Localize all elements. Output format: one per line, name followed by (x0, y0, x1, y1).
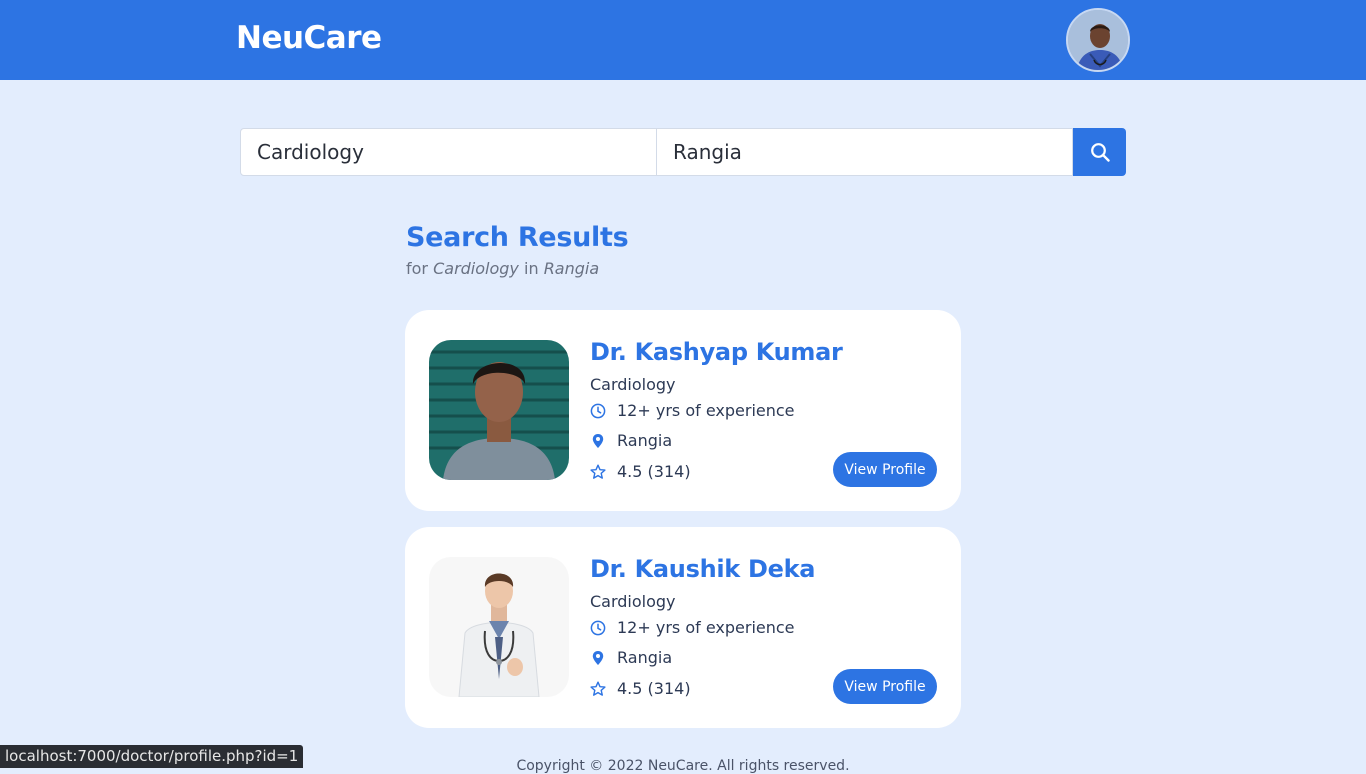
doctor-rating: 4.5 (314) (590, 679, 691, 698)
doctor-photo (429, 340, 569, 480)
search-button[interactable] (1073, 128, 1126, 176)
brand-logo[interactable]: NeuCare (236, 20, 382, 56)
search-bar (240, 128, 1126, 176)
experience-text: 12+ yrs of experience (617, 618, 795, 637)
doctor-name[interactable]: Dr. Kashyap Kumar (590, 338, 843, 366)
star-icon (590, 681, 606, 697)
doctor-photo (429, 557, 569, 697)
location-pin-icon (590, 433, 606, 449)
view-profile-button[interactable]: View Profile (833, 452, 937, 487)
rating-text: 4.5 (314) (617, 462, 691, 481)
doctor-rating: 4.5 (314) (590, 462, 691, 481)
speciality-search-input[interactable] (240, 128, 657, 176)
doctor-experience: 12+ yrs of experience (590, 401, 795, 420)
doctor-card: Dr. Kashyap Kumar Cardiology 12+ yrs of … (405, 310, 961, 511)
doctor-photo-image (429, 557, 569, 697)
experience-text: 12+ yrs of experience (617, 401, 795, 420)
location-text: Rangia (617, 431, 673, 450)
rating-text: 4.5 (314) (617, 679, 691, 698)
results-title: Search Results (406, 222, 629, 253)
doctor-card: Dr. Kaushik Deka Cardiology 12+ yrs of e… (405, 527, 961, 728)
doctor-photo-image (429, 340, 569, 480)
doctor-location: Rangia (590, 648, 672, 667)
subtitle-speciality: Cardiology (433, 259, 519, 278)
location-text: Rangia (617, 648, 673, 667)
doctor-name[interactable]: Dr. Kaushik Deka (590, 555, 815, 583)
subtitle-prefix: for (406, 259, 428, 278)
top-navbar: NeuCare (0, 0, 1366, 80)
clock-icon (590, 620, 606, 636)
results-header: Search Results for Cardiology in Rangia (406, 222, 629, 278)
user-avatar[interactable] (1066, 8, 1130, 72)
location-search-input[interactable] (657, 128, 1073, 176)
doctor-speciality: Cardiology (590, 375, 676, 394)
star-icon (590, 464, 606, 480)
location-pin-icon (590, 650, 606, 666)
clock-icon (590, 403, 606, 419)
results-subtitle: for Cardiology in Rangia (406, 259, 628, 278)
status-bar-url: localhost:7000/doctor/profile.php?id=1 (0, 745, 304, 768)
search-icon (1090, 143, 1110, 162)
doctor-location: Rangia (590, 431, 672, 450)
subtitle-location: Rangia (543, 259, 600, 278)
doctor-avatar-icon (1068, 10, 1128, 70)
view-profile-button[interactable]: View Profile (833, 669, 937, 704)
doctor-speciality: Cardiology (590, 592, 676, 611)
doctor-experience: 12+ yrs of experience (590, 618, 795, 637)
subtitle-in: in (524, 259, 539, 278)
